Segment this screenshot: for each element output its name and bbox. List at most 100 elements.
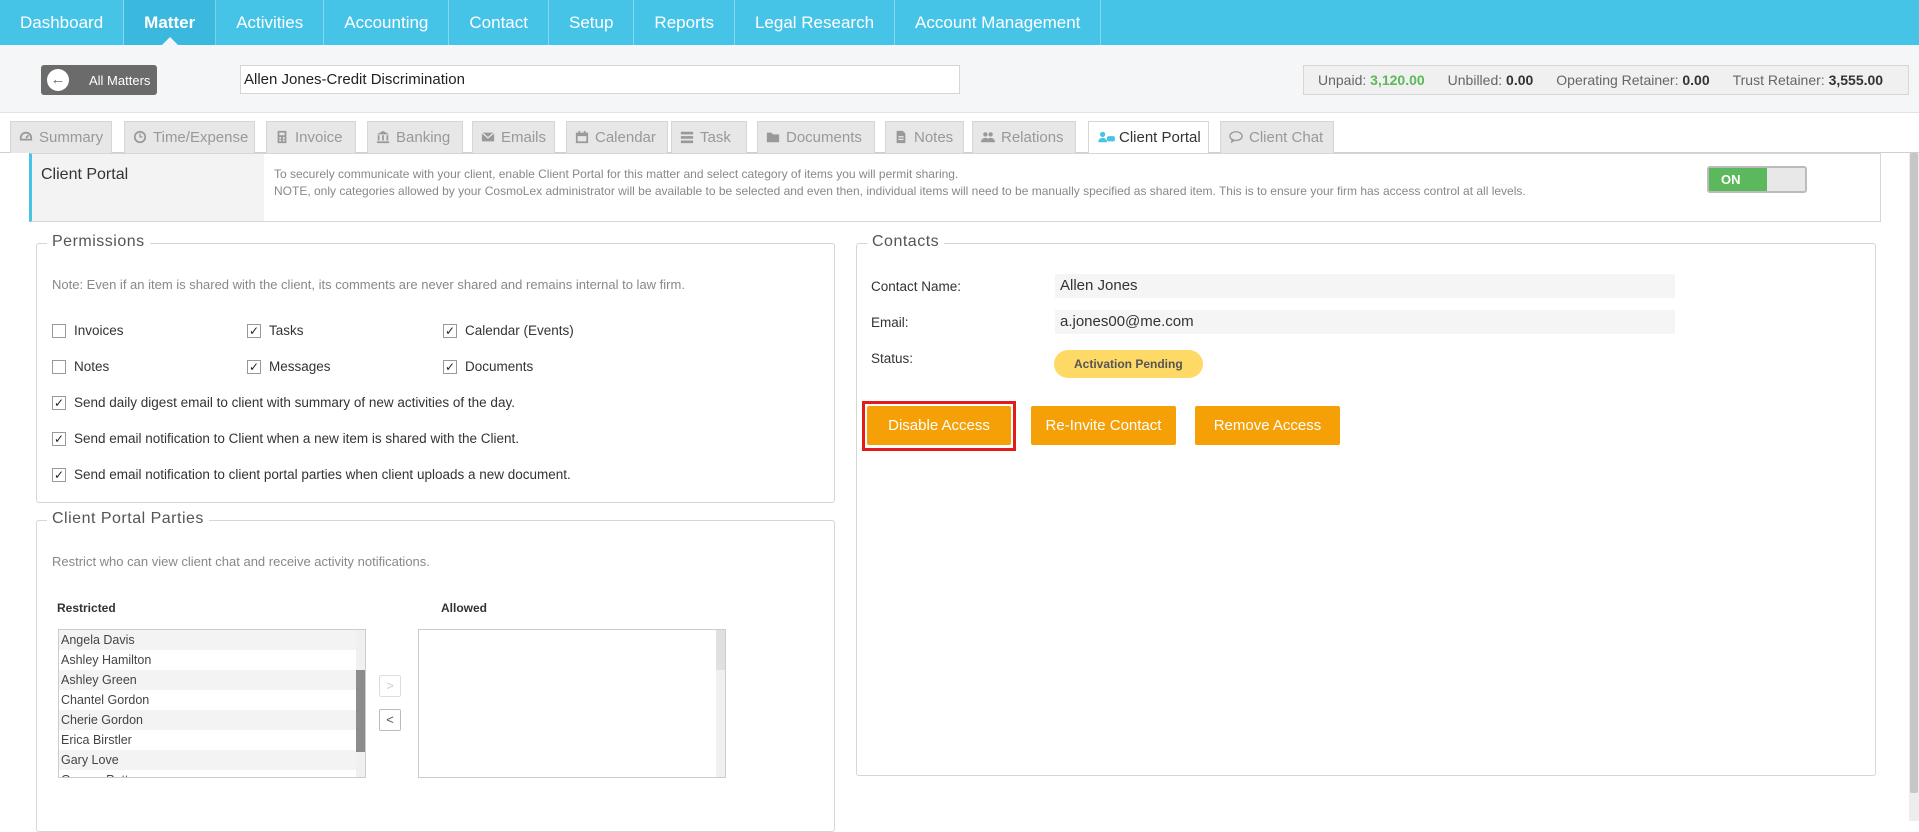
permissions-legend: Permissions <box>47 233 150 251</box>
tab-client-chat-label: Client Chat <box>1249 129 1324 146</box>
list-item[interactable]: Chantel Gordon <box>59 690 365 710</box>
tab-notes-label: Notes <box>914 129 954 146</box>
calendar-icon <box>575 130 589 144</box>
restricted-scrollbar-thumb[interactable] <box>356 670 365 752</box>
allowed-scrollbar[interactable] <box>716 630 725 777</box>
list-item[interactable]: Angela Davis <box>59 630 365 650</box>
checkbox-notify-shared-item[interactable]: ✓ Send email notification to Client when … <box>52 431 519 446</box>
tab-client-portal[interactable]: Client Portal <box>1088 121 1209 154</box>
arrow-left-circle-icon: ← <box>47 69 69 91</box>
folder-icon <box>766 132 780 143</box>
remove-access-button[interactable]: Remove Access <box>1195 406 1340 445</box>
reinvite-contact-button[interactable]: Re-Invite Contact <box>1031 406 1176 445</box>
checkbox-label: Calendar (Events) <box>465 323 574 338</box>
allowed-list[interactable] <box>418 629 726 778</box>
client-portal-title: Client Portal <box>41 166 129 183</box>
move-right-button[interactable]: > <box>379 675 401 697</box>
page-scrollbar-thumb[interactable] <box>1910 153 1918 793</box>
trust-retainer-balance: Trust Retainer: 3,555.00 <box>1732 72 1884 88</box>
restricted-scrollbar[interactable] <box>356 630 365 777</box>
status-badge: Activation Pending <box>1054 350 1203 378</box>
checkbox-box: ✓ <box>52 467 66 482</box>
nav-reports[interactable]: Reports <box>634 0 735 45</box>
page-scrollbar[interactable] <box>1909 153 1919 821</box>
checkbox-box: ✓ <box>443 323 457 338</box>
client-portal-toggle[interactable]: ON <box>1707 166 1807 193</box>
checkbox-messages[interactable]: ✓ Messages <box>247 359 331 374</box>
tab-documents-label: Documents <box>786 129 862 146</box>
nav-activities[interactable]: Activities <box>216 0 325 45</box>
list-item[interactable]: Erica Birstler <box>59 730 365 750</box>
tab-time-expense-label: Time/Expense <box>153 129 249 146</box>
nav-legal-research[interactable]: Legal Research <box>735 0 896 45</box>
list-item[interactable]: Ashley Green <box>59 670 365 690</box>
checkbox-label: Send email notification to Client when a… <box>74 431 519 446</box>
tab-relations-label: Relations <box>1001 129 1064 146</box>
checkbox-calendar-events[interactable]: ✓ Calendar (Events) <box>443 323 574 338</box>
nav-matter[interactable]: Matter <box>124 0 217 45</box>
checkbox-documents[interactable]: ✓ Documents <box>443 359 533 374</box>
tab-relations[interactable]: Relations <box>972 121 1076 153</box>
checkbox-daily-digest[interactable]: ✓ Send daily digest email to client with … <box>52 395 515 410</box>
allowed-scrollbar-thumb[interactable] <box>716 630 725 670</box>
tab-invoice-label: Invoice <box>295 129 343 146</box>
tab-calendar[interactable]: Calendar <box>566 121 668 153</box>
move-left-button[interactable]: < <box>379 709 401 731</box>
checkbox-notify-client-upload[interactable]: ✓ Send email notification to client porta… <box>52 467 571 482</box>
tab-task[interactable]: Task <box>671 121 747 153</box>
checkbox-label: Send daily digest email to client with s… <box>74 395 515 410</box>
client-portal-desc-line1: To securely communicate with your client… <box>274 167 959 181</box>
list-item[interactable]: Gary Love <box>59 750 365 770</box>
parties-legend: Client Portal Parties <box>47 510 209 528</box>
list-item[interactable]: Cherie Gordon <box>59 710 365 730</box>
balance-summary: Unpaid: 3,120.00 Unbilled: 0.00 Operatin… <box>1303 65 1909 95</box>
contacts-legend: Contacts <box>867 233 945 251</box>
tab-calendar-label: Calendar <box>595 129 656 146</box>
client-portal-parties-panel: Client Portal Parties Restrict who can v… <box>36 510 835 832</box>
client-portal-title-cell: Client Portal <box>32 154 264 221</box>
all-matters-label: All Matters <box>89 72 151 88</box>
tab-banking[interactable]: Banking <box>367 121 463 153</box>
tab-invoice[interactable]: Invoice <box>266 121 356 153</box>
nav-setup[interactable]: Setup <box>549 0 635 45</box>
checkbox-notes[interactable]: Notes <box>52 359 109 374</box>
status-label: Status: <box>871 351 914 366</box>
nav-account-management[interactable]: Account Management <box>895 0 1102 45</box>
dashboard-icon <box>19 131 33 141</box>
list-item[interactable]: Ashley Hamilton <box>59 650 365 670</box>
tab-emails-label: Emails <box>501 129 547 146</box>
all-matters-button[interactable]: ← All Matters <box>41 65 157 95</box>
top-navigation: Dashboard Matter Activities Accounting C… <box>0 0 1919 45</box>
list-item[interactable]: George Patterson <box>59 770 365 777</box>
checkbox-tasks[interactable]: ✓ Tasks <box>247 323 304 338</box>
chat-icon <box>1229 131 1243 144</box>
matter-bar: ← All Matters Allen Jones-Credit Discrim… <box>0 45 1919 113</box>
checkbox-label: Messages <box>269 359 331 374</box>
checkbox-box: ✓ <box>443 359 457 374</box>
checkbox-label: Invoices <box>74 323 124 338</box>
checkbox-box <box>52 359 66 374</box>
permissions-note: Note: Even if an item is shared with the… <box>52 277 685 292</box>
checkbox-label: Notes <box>74 359 110 374</box>
restricted-list[interactable]: Angela Davis Ashley Hamilton Ashley Gree… <box>58 629 366 778</box>
checkbox-box <box>52 323 66 338</box>
allowed-label: Allowed <box>441 601 488 615</box>
tab-time-expense[interactable]: Time/Expense <box>124 121 255 153</box>
client-portal-description: To securely communicate with your client… <box>274 166 1526 200</box>
checkbox-invoices[interactable]: Invoices <box>52 323 124 338</box>
checkbox-label: Send email notification to client portal… <box>74 467 571 482</box>
tab-emails[interactable]: Emails <box>472 121 555 153</box>
nav-accounting[interactable]: Accounting <box>324 0 450 45</box>
tab-notes[interactable]: Notes <box>885 121 964 153</box>
toggle-on-label: ON <box>1709 168 1767 191</box>
nav-contact[interactable]: Contact <box>449 0 549 45</box>
bank-icon <box>376 130 390 144</box>
nav-dashboard[interactable]: Dashboard <box>0 0 125 45</box>
tab-documents[interactable]: Documents <box>757 121 875 153</box>
matter-name-field[interactable]: Allen Jones-Credit Discrimination <box>240 65 960 94</box>
contact-name-label: Contact Name: <box>871 279 962 294</box>
disable-access-button[interactable]: Disable Access <box>867 406 1011 445</box>
tab-summary[interactable]: Summary <box>10 121 112 153</box>
tab-client-chat[interactable]: Client Chat <box>1220 121 1334 153</box>
calculator-icon <box>277 130 287 144</box>
